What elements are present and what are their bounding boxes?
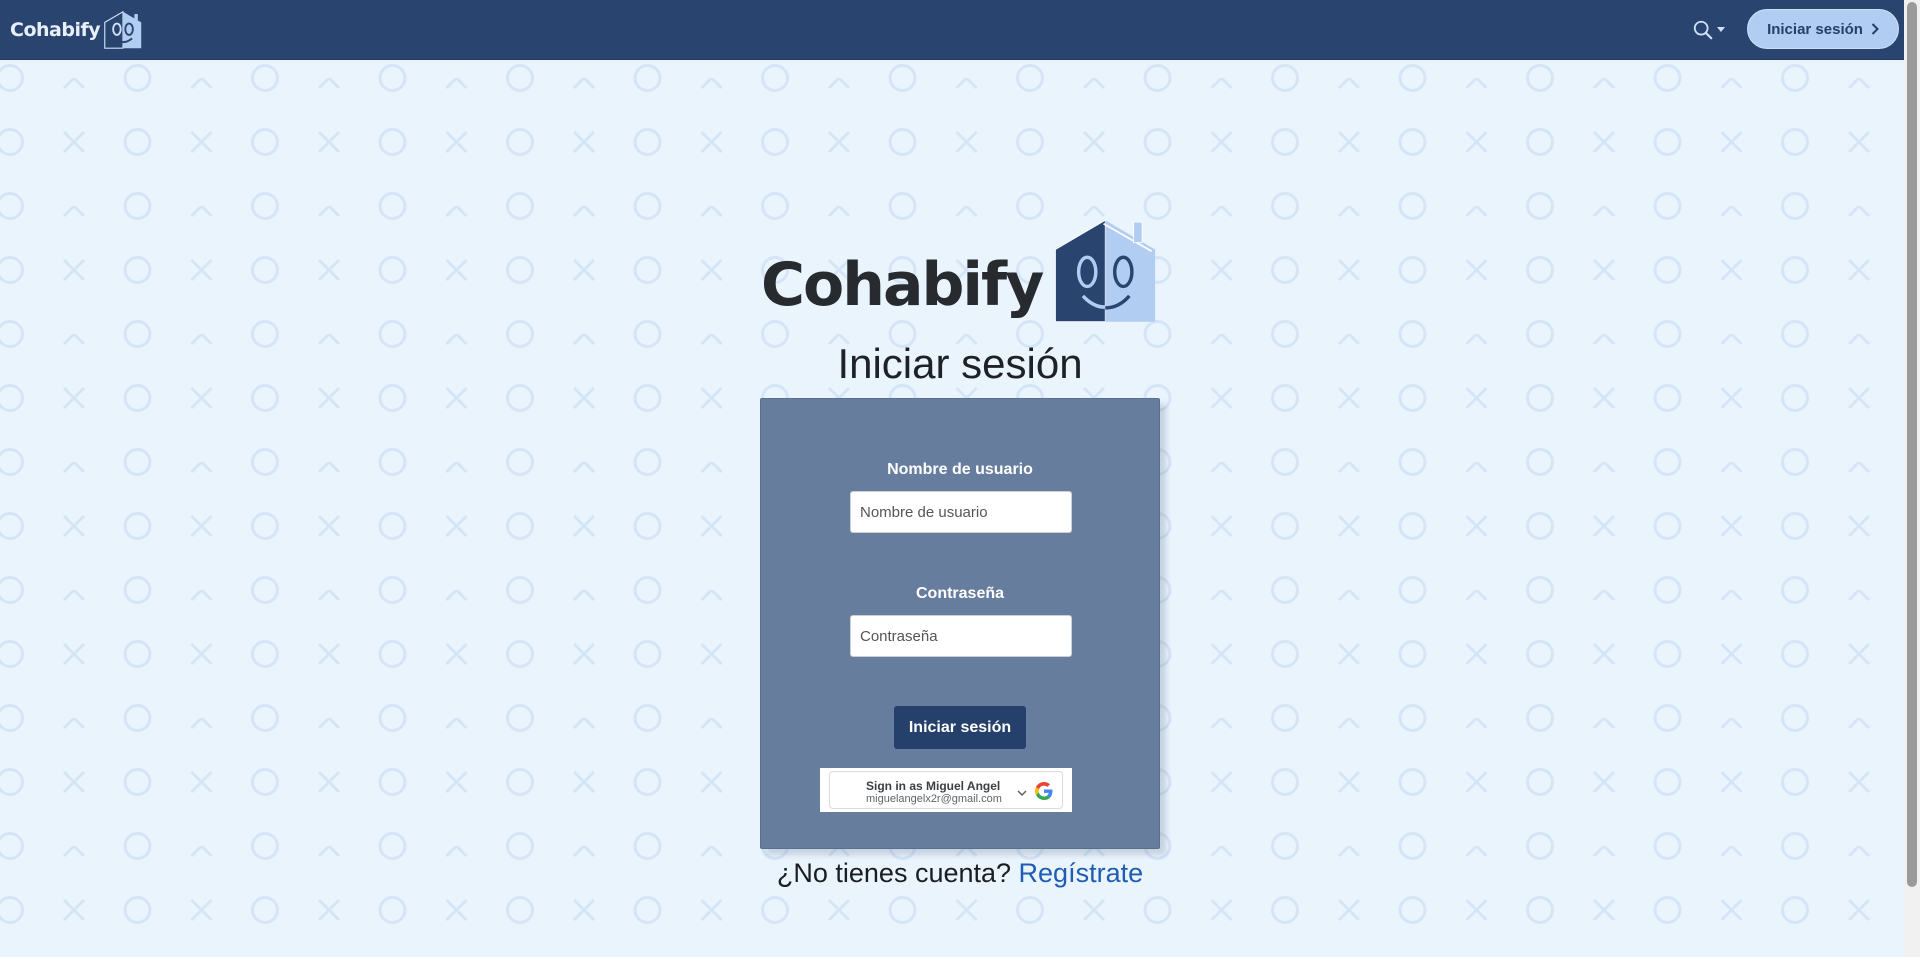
google-g-icon (1035, 782, 1053, 800)
hero-brand-text: Cohabify (761, 250, 1044, 320)
search-icon (1693, 20, 1713, 40)
nav-brand-text: Cohabify (10, 19, 101, 41)
house-face-logo-icon (104, 11, 142, 49)
signup-prompt-text: ¿No tienes cuenta? (776, 858, 1012, 888)
top-navbar: Cohabify Iniciar sesión (0, 0, 1904, 60)
login-card: Nombre de usuario Contraseña Iniciar ses… (760, 398, 1160, 849)
google-signin-email: miguelangelx2r@gmail.com (866, 793, 1002, 805)
nav-login-button[interactable]: Iniciar sesión (1747, 9, 1899, 49)
chevron-right-icon (1871, 23, 1879, 35)
vertical-scrollbar[interactable] (1904, 0, 1920, 957)
login-submit-button[interactable]: Iniciar sesión (894, 706, 1026, 749)
google-signin-container: Sign in as Miguel Angel miguelangelx2r@g… (820, 768, 1072, 812)
search-dropdown-toggle[interactable] (1692, 16, 1725, 44)
username-label: Nombre de usuario (887, 461, 1033, 478)
nav-logo[interactable]: Cohabify (10, 10, 142, 50)
password-input[interactable] (850, 615, 1072, 657)
google-signin-title: Sign in as Miguel Angel (866, 779, 1001, 793)
nav-login-label: Iniciar sesión (1767, 20, 1863, 38)
caret-down-icon (1717, 27, 1725, 32)
scrollbar-thumb[interactable] (1907, 2, 1917, 887)
password-label: Contraseña (915, 585, 1005, 602)
register-link[interactable]: Regístrate (1019, 858, 1144, 888)
chevron-down-icon (1017, 790, 1027, 796)
username-input[interactable] (850, 491, 1072, 533)
google-signin-button[interactable]: Sign in as Miguel Angel miguelangelx2r@g… (829, 771, 1063, 809)
hero-logo: Cohabify (761, 210, 1157, 332)
house-face-logo-icon (1055, 219, 1156, 323)
page-title: Iniciar sesión (837, 340, 1083, 387)
signup-prompt: ¿No tienes cuenta? Regístrate (760, 858, 1160, 889)
